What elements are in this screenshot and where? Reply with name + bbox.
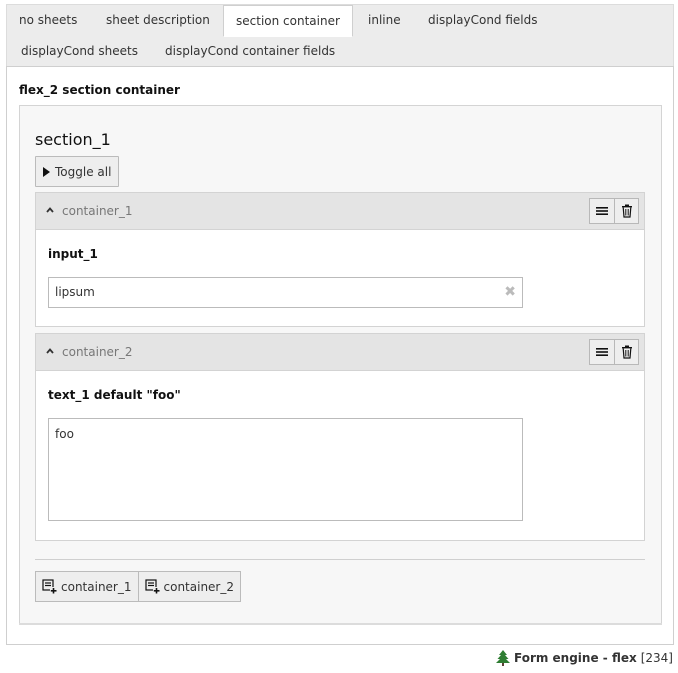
tab-displaycond-container-fields[interactable]: displayCond container fields [153,36,347,66]
container-1-label: container_1 [62,204,133,218]
trash-icon [621,204,632,218]
container-2-header[interactable]: container_2 [36,334,644,371]
drag-handle-button[interactable] [590,199,614,223]
footer-title: Form engine - flex [513,651,637,665]
hamburger-icon [596,207,608,215]
trash-icon [621,345,632,359]
tab-bar: no sheets sheet description section cont… [6,4,674,67]
container-2: container_2 text_1 default "foo" foo [35,333,645,541]
section-title: section_1 [35,130,111,149]
text-1-value: foo [55,427,74,441]
tab-displaycond-sheets[interactable]: displayCond sheets [9,36,150,66]
hamburger-icon [596,348,608,356]
footer-count: [234] [640,651,673,665]
tab-sheet-description[interactable]: sheet description [94,5,222,35]
input-1-value: lipsum [55,285,95,299]
container-1: container_1 input_1 lipsum ✖ [35,192,645,327]
delete-button[interactable] [614,340,638,364]
add-container-1-button[interactable]: container_1 [36,572,138,601]
add-content-icon [42,579,57,594]
container-1-header[interactable]: container_1 [36,193,644,230]
container-2-actions [589,339,639,365]
text-1-label: text_1 default "foo" [48,388,181,402]
tab-panel: flex_2 section container section_1 Toggl… [6,66,674,645]
play-triangle-icon [43,166,50,177]
tree-icon [495,650,510,666]
tab-section-container[interactable]: section container [223,5,353,37]
tab-displaycond-fields[interactable]: displayCond fields [416,5,550,35]
add-container-buttons: container_1 container_2 [35,571,241,602]
toggle-all-button[interactable]: Toggle all [35,156,120,187]
chevron-up-icon[interactable] [46,206,54,214]
flex-field-title: flex_2 section container [19,83,180,97]
section-bottom-border [19,623,662,625]
tab-inline[interactable]: inline [356,5,413,35]
add-container-2-label: container_2 [163,579,235,594]
input-1-field[interactable]: lipsum ✖ [48,277,523,308]
add-container-2-button[interactable]: container_2 [137,572,241,601]
toggle-all-label: Toggle all [55,164,112,179]
footer: Form engine - flex [234] [495,650,673,666]
text-1-textarea[interactable]: foo [48,418,523,521]
container-1-actions [589,198,639,224]
input-1-label: input_1 [48,247,98,261]
clear-icon[interactable]: ✖ [504,278,516,307]
add-content-icon [144,579,160,594]
tab-no-sheets[interactable]: no sheets [7,5,89,35]
container-2-label: container_2 [62,345,133,359]
add-container-1-label: container_1 [61,579,132,594]
chevron-up-icon[interactable] [46,347,54,355]
section-divider [35,559,645,560]
delete-button[interactable] [614,199,638,223]
section-box: section_1 Toggle all container_1 input_1 [19,105,662,625]
drag-handle-button[interactable] [590,340,614,364]
